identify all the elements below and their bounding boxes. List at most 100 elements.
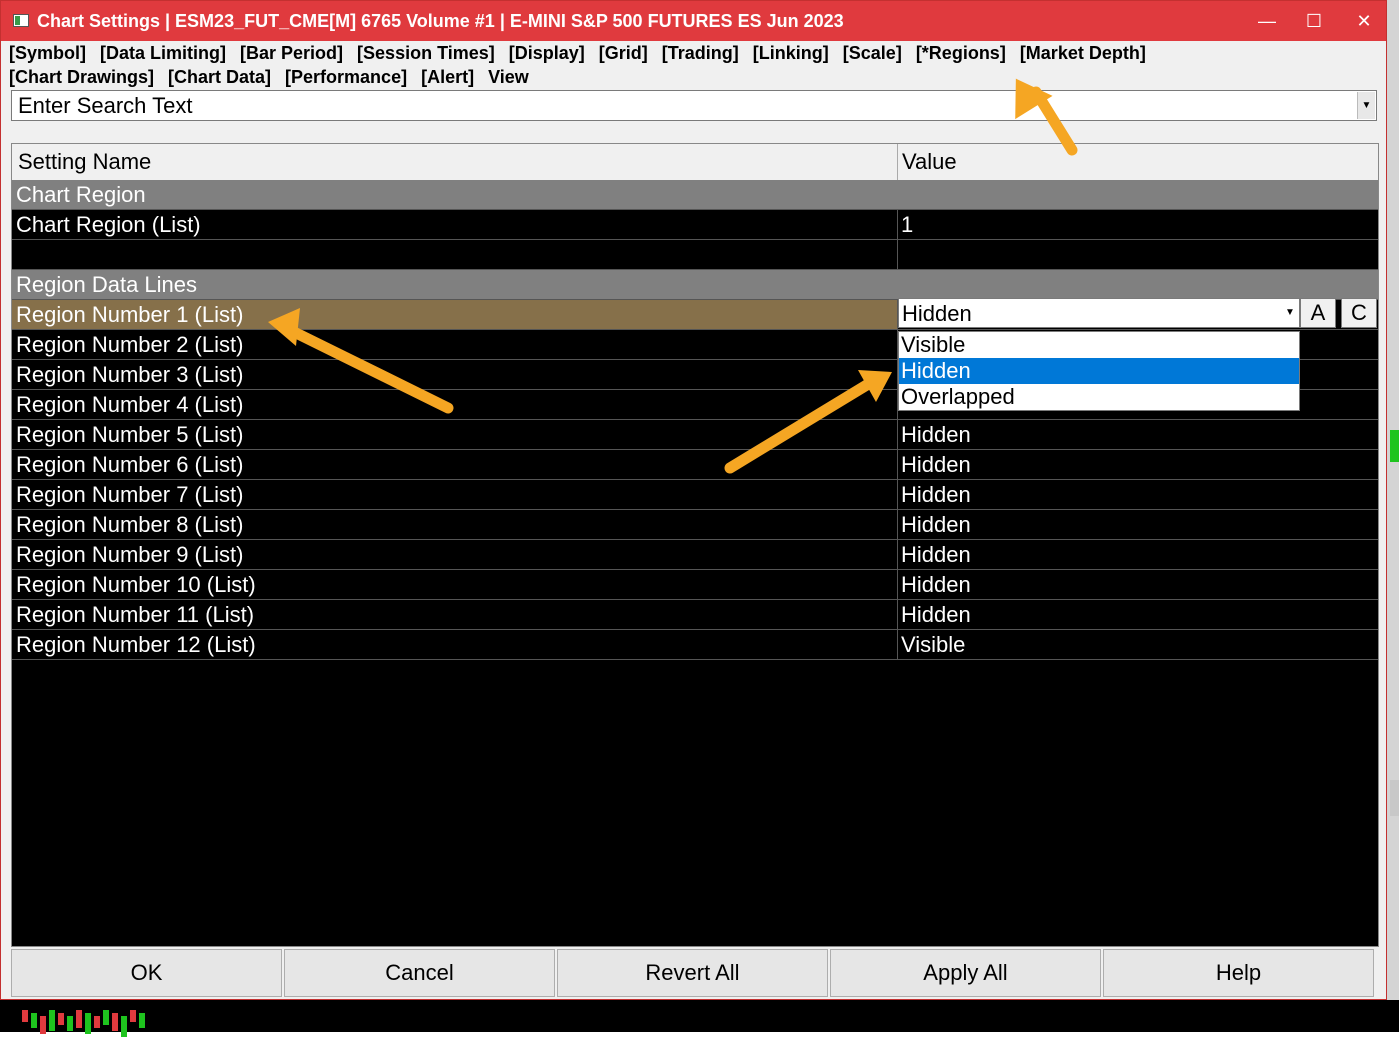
c-button[interactable]: C: [1341, 298, 1377, 328]
setting-name: Region Number 2 (List): [16, 332, 244, 357]
setting-value[interactable]: 1: [901, 212, 913, 238]
tab-bar-period[interactable]: [Bar Period]: [240, 43, 343, 63]
background-candle: [85, 1013, 91, 1034]
revert-all-button[interactable]: Revert All: [557, 949, 828, 997]
setting-name: Region Number 10 (List): [16, 572, 256, 597]
tab-scale[interactable]: [Scale]: [843, 43, 902, 63]
value-dropdown-list: Visible Hidden Overlapped: [898, 331, 1300, 411]
tab-symbol[interactable]: [Symbol]: [9, 43, 86, 63]
tab-view[interactable]: View: [488, 67, 529, 87]
minimize-button[interactable]: —: [1247, 7, 1287, 35]
setting-name: Chart Region: [16, 182, 146, 207]
setting-name: Region Number 9 (List): [16, 542, 244, 567]
background-candle: [103, 1010, 109, 1025]
setting-name: Region Number 4 (List): [16, 392, 244, 417]
setting-name: Region Number 7 (List): [16, 482, 244, 507]
tab-session-times[interactable]: [Session Times]: [357, 43, 495, 63]
tab-linking[interactable]: [Linking]: [753, 43, 829, 63]
settings-tabs-row-1: [Symbol] [Data Limiting] [Bar Period] [Sess…: [9, 43, 1160, 64]
tab-alert[interactable]: [Alert]: [421, 67, 474, 87]
chart-settings-window: Chart Settings | ESM23_FUT_CME[M] 6765 V…: [0, 0, 1387, 1000]
setting-name: Region Number 5 (List): [16, 422, 244, 447]
tab-display[interactable]: [Display]: [509, 43, 585, 63]
help-button[interactable]: Help: [1103, 949, 1374, 997]
tab-data-limiting[interactable]: [Data Limiting]: [100, 43, 226, 63]
tab-chart-data[interactable]: [Chart Data]: [168, 67, 271, 87]
column-header-value: Value: [902, 149, 957, 174]
grid-header: Setting Name Value: [12, 144, 1378, 181]
background-candle: [76, 1010, 82, 1028]
settings-grid: Setting Name Value Chart Region Chart Reg…: [11, 143, 1379, 947]
dropdown-option-overlapped[interactable]: Overlapped: [899, 384, 1299, 410]
setting-value[interactable]: Hidden: [901, 572, 971, 598]
background-candle: [58, 1013, 64, 1025]
tab-performance[interactable]: [Performance]: [285, 67, 407, 87]
background-candle: [112, 1013, 118, 1031]
setting-value[interactable]: Hidden: [901, 602, 971, 628]
background-candle: [49, 1010, 55, 1031]
background-candle: [22, 1010, 28, 1022]
background-candle: [94, 1016, 100, 1028]
setting-row[interactable]: Region Number 10 (List) Hidden: [12, 570, 1378, 600]
background-candle: [139, 1013, 145, 1028]
combobox-value: Hidden: [902, 301, 972, 326]
close-button[interactable]: ✕: [1344, 7, 1384, 35]
background-candle: [67, 1016, 73, 1031]
background-chart-edge: [1387, 0, 1399, 1032]
dropdown-option-hidden[interactable]: Hidden: [899, 358, 1299, 384]
setting-name: Region Data Lines: [16, 272, 198, 297]
value-combobox[interactable]: Hidden ▼: [898, 298, 1300, 328]
setting-row[interactable]: Region Number 11 (List) Hidden: [12, 600, 1378, 630]
background-candle: [121, 1016, 127, 1037]
setting-name: Region Number 6 (List): [16, 452, 244, 477]
background-price-marker: [1390, 430, 1399, 462]
background-candle: [31, 1013, 37, 1028]
setting-value[interactable]: Visible: [901, 632, 965, 658]
background-chart-bars: [0, 1000, 1399, 1032]
chevron-down-icon[interactable]: ▼: [1282, 300, 1298, 326]
tab-market-depth[interactable]: [Market Depth]: [1020, 43, 1146, 63]
setting-row[interactable]: Region Number 8 (List) Hidden: [12, 510, 1378, 540]
setting-name: Region Number 8 (List): [16, 512, 244, 537]
app-icon: [13, 14, 29, 27]
setting-row[interactable]: Region Number 7 (List) Hidden: [12, 480, 1378, 510]
column-header-setting-name: Setting Name: [18, 149, 152, 174]
setting-value[interactable]: Hidden: [901, 452, 971, 478]
section-header: Chart Region: [12, 180, 1378, 210]
setting-value[interactable]: Hidden: [901, 422, 971, 448]
section-header: Region Data Lines: [12, 270, 1378, 300]
background-candle: [40, 1016, 46, 1034]
tab-chart-drawings[interactable]: [Chart Drawings]: [9, 67, 154, 87]
ok-button[interactable]: OK: [11, 949, 282, 997]
setting-row[interactable]: Chart Region (List) 1: [12, 210, 1378, 240]
dropdown-option-label: Visible: [901, 332, 966, 357]
setting-value[interactable]: Hidden: [901, 542, 971, 568]
dropdown-option-visible[interactable]: Visible: [899, 332, 1299, 358]
search-dropdown-icon[interactable]: ▼: [1357, 92, 1375, 119]
maximize-button[interactable]: ☐: [1294, 7, 1334, 35]
setting-row[interactable]: Region Number 6 (List) Hidden: [12, 450, 1378, 480]
search-input[interactable]: [18, 93, 1348, 118]
a-button[interactable]: A: [1300, 298, 1336, 328]
tab-trading[interactable]: [Trading]: [662, 43, 739, 63]
apply-all-button[interactable]: Apply All: [830, 949, 1101, 997]
setting-row[interactable]: [12, 240, 1378, 270]
setting-name: Chart Region (List): [16, 212, 201, 237]
setting-name: Region Number 11 (List): [16, 602, 255, 627]
cancel-button[interactable]: Cancel: [284, 949, 555, 997]
setting-row[interactable]: Region Number 5 (List) Hidden: [12, 420, 1378, 450]
tab-regions[interactable]: [*Regions]: [916, 43, 1006, 63]
search-box[interactable]: ▼: [11, 90, 1377, 121]
setting-row[interactable]: Region Number 12 (List) Visible: [12, 630, 1378, 660]
setting-row[interactable]: Region Number 9 (List) Hidden: [12, 540, 1378, 570]
setting-value[interactable]: Hidden: [901, 482, 971, 508]
setting-name: Region Number 3 (List): [16, 362, 244, 387]
background-candle: [130, 1010, 136, 1022]
title-bar[interactable]: Chart Settings | ESM23_FUT_CME[M] 6765 V…: [1, 1, 1386, 41]
tab-grid[interactable]: [Grid]: [599, 43, 648, 63]
settings-tabs-row-2: [Chart Drawings] [Chart Data] [Performance…: [9, 67, 543, 88]
dropdown-option-label: Overlapped: [901, 384, 1015, 409]
window-title: Chart Settings | ESM23_FUT_CME[M] 6765 V…: [37, 11, 844, 31]
setting-name: Region Number 1 (List): [16, 302, 244, 327]
setting-value[interactable]: Hidden: [901, 512, 971, 538]
